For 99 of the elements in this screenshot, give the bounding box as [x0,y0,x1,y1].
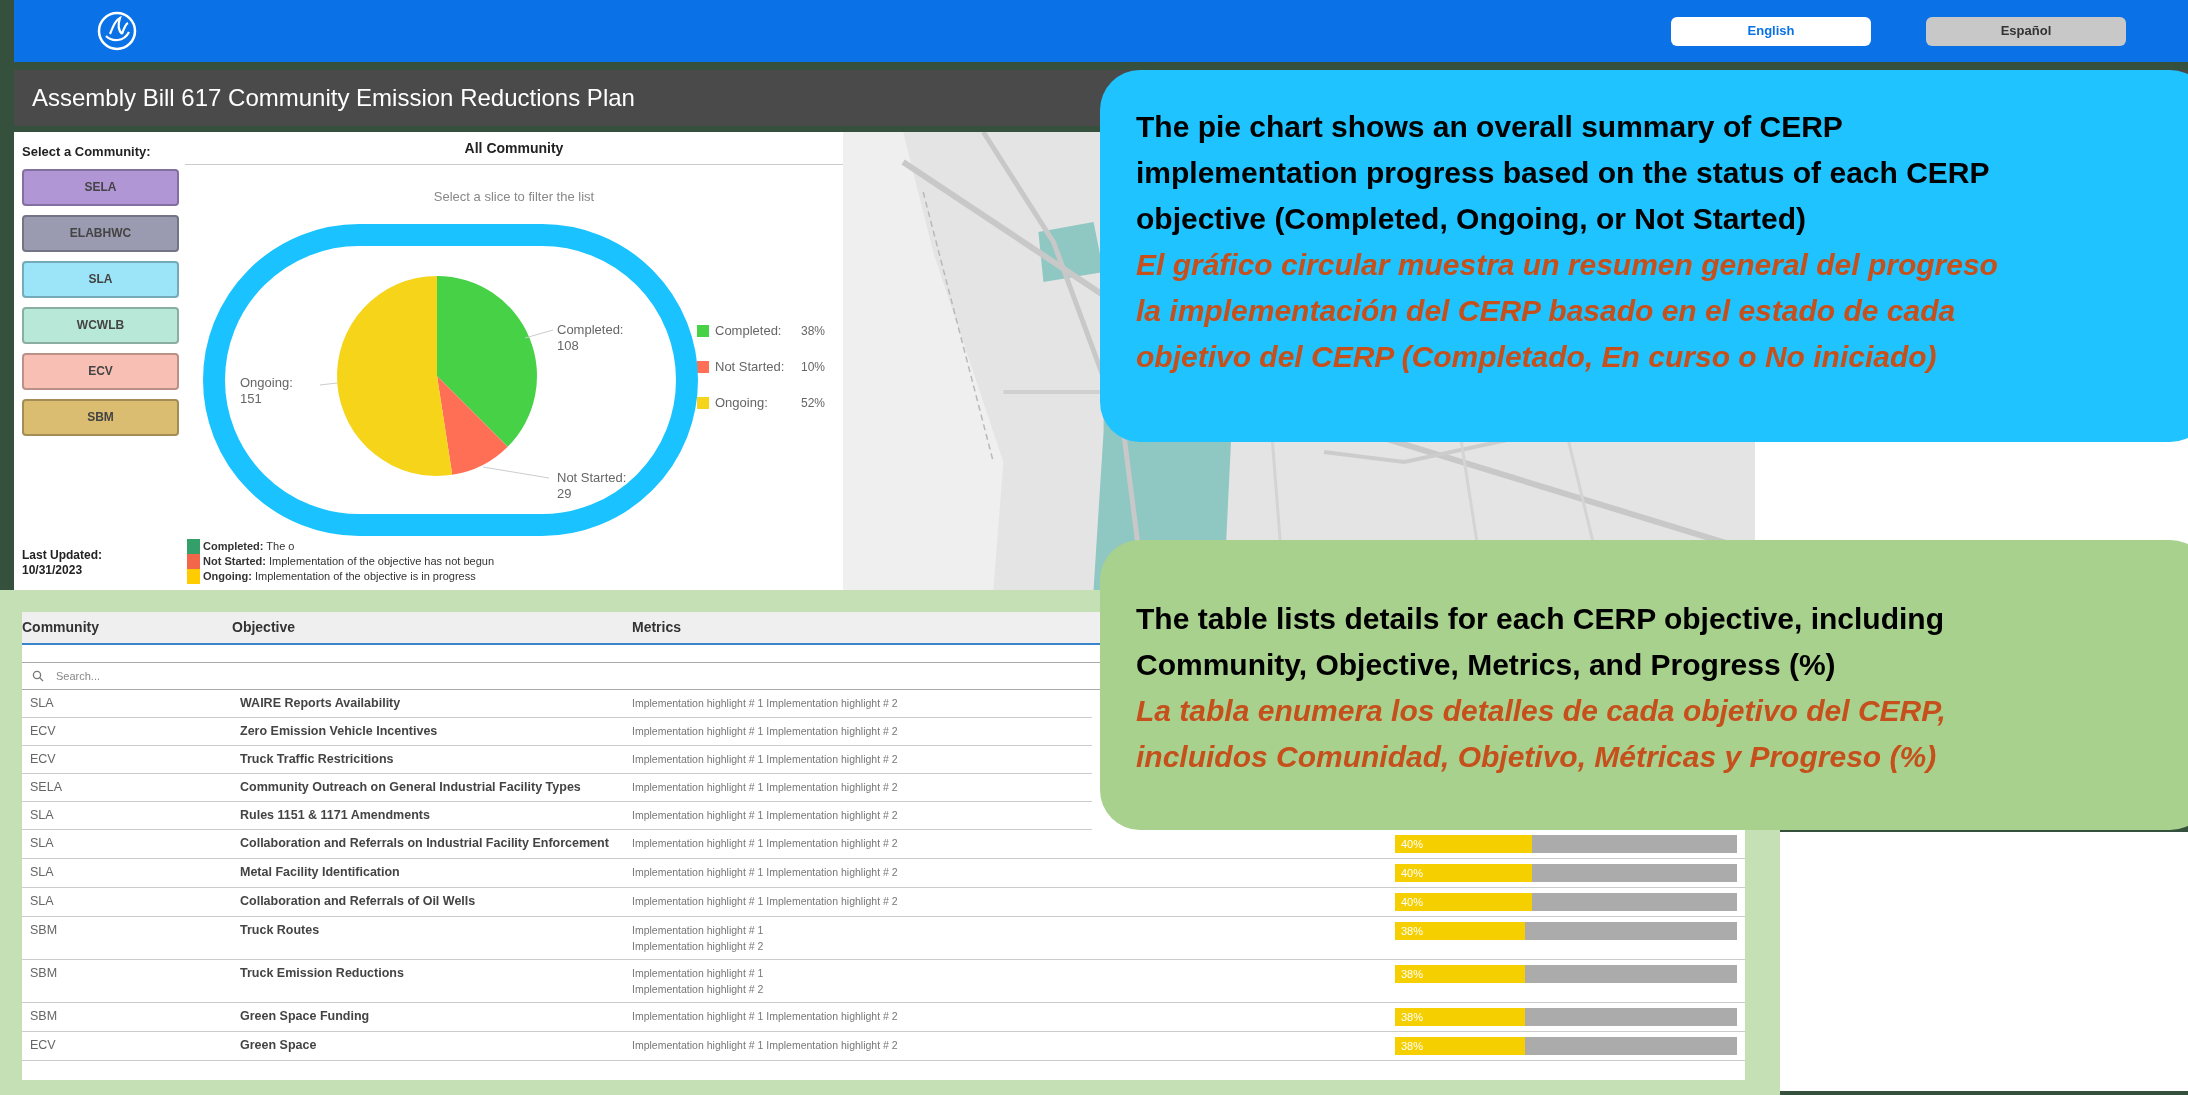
community-cell-text: SLA [29,695,55,712]
search-icon [32,670,44,682]
metrics-text: Implementation highlight # 2 [632,982,764,997]
community-button[interactable]: ELABHWC [22,214,179,252]
objective-cell-text: Green Space Funding [239,1008,371,1025]
column-header: Community [22,618,99,637]
progress-label: 38% [1400,923,1424,939]
community-cell-text: SBM [29,922,59,939]
pie-slice[interactable] [437,376,508,475]
progress-label: 40% [1400,836,1424,852]
community-cell-text: ECV [29,723,57,740]
metrics-text: Implementation highlight # 1 Implementation highlight # 2 [632,696,898,711]
table-row[interactable]: SBM Green Space Funding Implementation highlight # 1 Implementation highlight # 2 38% [22,1003,1745,1032]
community-cell-text: SBM [29,1008,59,1025]
pie-slice[interactable] [337,276,453,476]
column-header: Objective [232,618,296,637]
objective-cell-text: Collaboration and Referrals on Industrial Facility Enforcement [239,835,610,852]
progress-label: 38% [1400,1038,1424,1054]
community-cell-text: ECV [29,751,57,768]
sidebar-heading: Select a Community: [22,143,152,161]
legend-percent: 10% [801,359,826,376]
table-row[interactable]: ECV Zero Emission Vehicle Incentives Implementation highlight # 1 Implementation highlight # 2 [22,718,1092,746]
status-description: Not Started: Implementation of the objective has not begun [203,554,495,570]
table-row[interactable]: ECV Green Space Implementation highlight # 1 Implementation highlight # 2 38% [22,1032,1745,1061]
community-button[interactable]: ECV [22,352,179,390]
metrics-text: Implementation highlight # 1 Implementation highlight # 2 [632,894,898,909]
community-button[interactable]: SBM [22,398,179,436]
panel-title: All Community [464,138,564,158]
language-button[interactable]: English [1671,16,1871,46]
metrics-text: Implementation highlight # 1 [632,923,764,938]
table-row[interactable]: SBM Truck Emission Reductions Implementation highlight # 1 Implementation highlight # 2 38% [22,960,1745,1003]
legend-label: Not Started: [715,358,786,377]
progress-label: 40% [1400,865,1424,881]
metrics-text: Implementation highlight # 1 Implementation highlight # 2 [632,808,898,823]
slice-label: Completed: 108 [557,322,624,353]
pie-slice[interactable] [437,276,537,447]
legend-percent: 38% [801,323,826,340]
status-description: Completed: The o [203,539,295,555]
metrics-text: Implementation highlight # 1 [632,966,764,981]
legend-label: Completed: [715,322,783,341]
metrics-text: Implementation highlight # 1 Implementation highlight # 2 [632,836,898,851]
objective-cell-text: Rules 1151 & 1171 Amendments [239,807,431,824]
language-button[interactable]: Español [1926,16,2126,46]
objective-cell-text: Community Outreach on General Industrial Facility Types [239,779,582,796]
column-header: Metrics [632,618,682,637]
page-title: Assembly Bill 617 Community Emission Reductions Plan [32,83,635,113]
community-cell-text: SELA [29,779,63,796]
table-row[interactable]: SLA Metal Facility Identification Implementation highlight # 1 Implementation highlight # 2 40% [22,859,1745,888]
status-description: Ongoing: Implementation of the objective is in progress [203,569,476,585]
objective-cell-text: Truck Routes [239,922,321,939]
callout-text: The table lists details for each CERP objective, including Community, Objective, Metrics, and Progress (%) [1136,601,1944,683]
progress-label: 38% [1400,1009,1424,1025]
community-cell-text: SLA [29,835,55,852]
legend-percent: 52% [801,395,826,412]
last-updated-date: 10/31/2023 [22,563,84,578]
metrics-text: Implementation highlight # 1 Implementation highlight # 2 [632,1009,898,1024]
callout-text: El gráfico circular muestra un resumen general del progreso la implementación del CERP basado en el estado de cada objetivo del CERP (Completado, En curso o No iniciado) [1136,247,1998,375]
objective-cell-text: Collaboration and Referrals of Oil Wells [239,893,477,910]
community-cell-text: SLA [29,864,55,881]
community-button[interactable]: SLA [22,260,179,298]
table-row[interactable]: SLA Collaboration and Referrals on Industrial Facility Enforcement Implementation highlight # 1 Implementation highlight # 2 40% [22,830,1745,859]
metrics-text: Implementation highlight # 1 Implementation highlight # 2 [632,1038,898,1053]
objective-cell-text: Metal Facility Identification [239,864,401,881]
logo-icon [96,10,138,52]
table-row[interactable]: SBM Truck Routes Implementation highlight # 1 Implementation highlight # 2 38% [22,917,1745,960]
table-row[interactable]: ECV Truck Traffic Restricitions Implementation highlight # 1 Implementation highlight # 2 [22,746,1092,774]
slice-label: Not Started: 29 [557,470,627,501]
leader-line [319,382,338,386]
metrics-text: Implementation highlight # 1 Implementation highlight # 2 [632,780,898,795]
metrics-text: Implementation highlight # 2 [632,939,764,954]
community-cell-text: SLA [29,807,55,824]
table-row[interactable]: SLA Rules 1151 & 1171 Amendments Implementation highlight # 1 Implementation highlight # 2 [22,802,1092,830]
table-row[interactable]: SELA Community Outreach on General Industrial Facility Types Implementation highlight # 1 Implementation highlight # 2 [22,774,1092,802]
chart-hint: Select a slice to filter the list [433,188,595,206]
table-row[interactable]: SLA WAIRE Reports Availability Implementation highlight # 1 Implementation highlight # 2 [22,690,1092,718]
callout-text: La tabla enumera los detalles de cada objetivo del CERP, incluidos Comunidad, Objetivo, Métricas y Progreso (%) [1136,693,1946,775]
objective-cell-text: Truck Traffic Restricitions [239,751,395,768]
last-updated-label: Last Updated: [22,548,103,563]
callout-text: The pie chart shows an overall summary of CERP implementation progress based on the status of each CERP objective (Completed, Ongoing, or Not Started) [1136,109,1990,237]
community-button[interactable]: SELA [22,168,179,206]
metrics-text: Implementation highlight # 1 Implementation highlight # 2 [632,752,898,767]
community-cell-text: SLA [29,893,55,910]
community-cell-text: ECV [29,1037,57,1054]
objective-cell-text: Green Space [239,1037,318,1054]
progress-label: 40% [1400,894,1424,910]
legend-label: Ongoing: [715,394,769,413]
slice-label: Ongoing: 151 [240,375,293,406]
leader-line [482,466,550,479]
progress-label: 38% [1400,966,1424,982]
objective-cell-text: Truck Emission Reductions [239,965,405,982]
objective-cell-text: WAIRE Reports Availability [239,695,402,712]
search-field[interactable]: Search... [56,666,956,686]
metrics-text: Implementation highlight # 1 Implementation highlight # 2 [632,865,898,880]
community-cell-text: SBM [29,965,59,982]
leader-line [524,329,554,339]
objective-cell-text: Zero Emission Vehicle Incentives [239,723,439,740]
community-button[interactable]: WCWLB [22,306,179,344]
table-row[interactable]: SLA Collaboration and Referrals of Oil Wells Implementation highlight # 1 Implementation highlight # 2 40% [22,888,1745,917]
metrics-text: Implementation highlight # 1 Implementation highlight # 2 [632,724,898,739]
